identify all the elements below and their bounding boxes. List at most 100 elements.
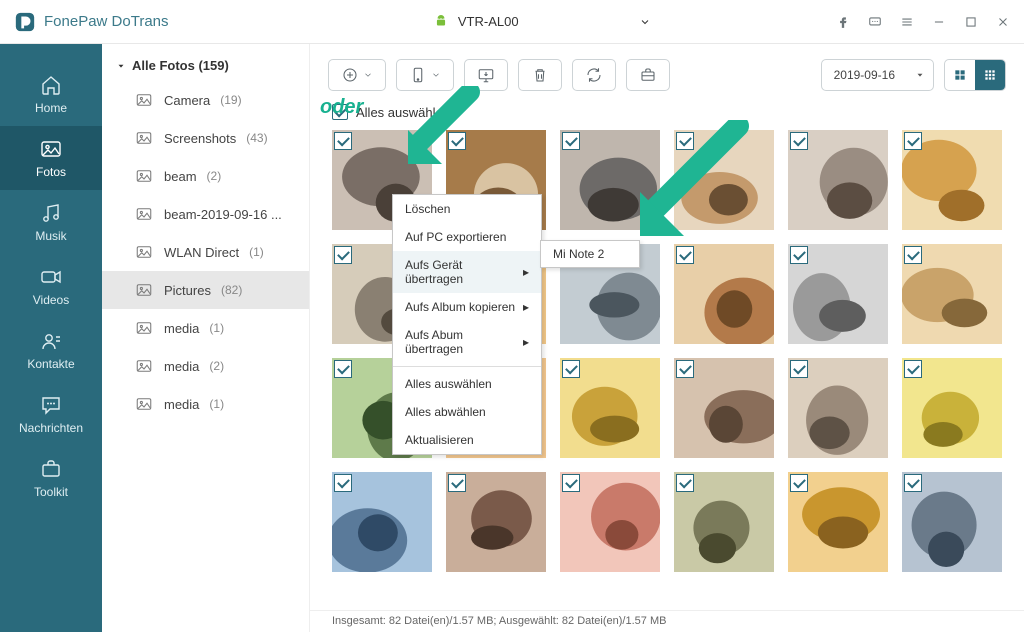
- chevron-down-icon: [363, 66, 373, 84]
- maximize-button[interactable]: [964, 15, 978, 29]
- album-name: beam-2019-09-16 ...: [164, 207, 282, 222]
- photo-thumbnail[interactable]: [788, 244, 888, 344]
- music-icon: [39, 201, 63, 225]
- nav-home[interactable]: Home: [0, 62, 102, 126]
- photo-thumbnail[interactable]: [674, 244, 774, 344]
- thumbnail-checkbox[interactable]: [562, 132, 580, 150]
- nav-fotos[interactable]: Fotos: [0, 126, 102, 190]
- feedback-icon[interactable]: [868, 15, 882, 29]
- album-item[interactable]: Pictures (82): [102, 271, 309, 309]
- app-name: FonePaw DoTrans: [44, 13, 169, 30]
- nav-toolkit[interactable]: Toolkit: [0, 446, 102, 510]
- close-button[interactable]: [996, 15, 1010, 29]
- ctx-move-album[interactable]: Aufs Abum übertragen▸: [393, 321, 541, 363]
- thumbnail-checkbox[interactable]: [334, 474, 352, 492]
- thumbnail-checkbox[interactable]: [904, 246, 922, 264]
- nav-videos[interactable]: Videos: [0, 254, 102, 318]
- sidebar-nav: Home Fotos Musik Videos Kontakte Nachric…: [0, 44, 102, 632]
- submenu-arrow-icon: ▸: [523, 300, 529, 314]
- photo-thumbnail[interactable]: [902, 130, 1002, 230]
- ctx-copy-album[interactable]: Aufs Album kopieren▸: [393, 293, 541, 321]
- thumbnail-checkbox[interactable]: [562, 474, 580, 492]
- photo-thumbnail[interactable]: [446, 472, 546, 572]
- ctx-to-device[interactable]: Aufs Gerät übertragen▸: [393, 251, 541, 293]
- photo-thumbnail[interactable]: [788, 358, 888, 458]
- thumbnail-checkbox[interactable]: [790, 132, 808, 150]
- messages-icon: [39, 393, 63, 417]
- contacts-icon: [39, 329, 63, 353]
- thumbnail-checkbox[interactable]: [676, 474, 694, 492]
- nav-fotos-label: Fotos: [36, 165, 66, 179]
- thumbnail-checkbox[interactable]: [334, 360, 352, 378]
- chevron-down-icon: [915, 70, 925, 80]
- photo-thumbnail[interactable]: [332, 472, 432, 572]
- delete-button[interactable]: [518, 59, 562, 91]
- album-item[interactable]: beam (2): [102, 157, 309, 195]
- thumbnail-checkbox[interactable]: [334, 132, 352, 150]
- device-selector[interactable]: VTR-AL00: [434, 14, 651, 29]
- photo-thumbnail[interactable]: [560, 358, 660, 458]
- menu-icon[interactable]: [900, 15, 914, 29]
- toolbox-button[interactable]: [626, 59, 670, 91]
- album-name: Screenshots: [164, 131, 236, 146]
- album-item[interactable]: media (1): [102, 309, 309, 347]
- android-icon: [434, 15, 448, 29]
- date-filter[interactable]: 2019-09-16: [821, 59, 934, 91]
- photo-thumbnail[interactable]: [902, 244, 1002, 344]
- nav-kontakte[interactable]: Kontakte: [0, 318, 102, 382]
- view-large-grid[interactable]: [945, 60, 975, 90]
- nav-musik[interactable]: Musik: [0, 190, 102, 254]
- album-name: media: [164, 359, 199, 374]
- photo-thumbnail[interactable]: [788, 130, 888, 230]
- album-item[interactable]: media (2): [102, 347, 309, 385]
- album-count: (1): [209, 321, 224, 335]
- status-bar: Insgesamt: 82 Datei(en)/1.57 MB; Ausgewä…: [310, 610, 1024, 632]
- context-menu: Löschen Auf PC exportieren Aufs Gerät üb…: [392, 194, 542, 455]
- nav-toolkit-label: Toolkit: [34, 485, 68, 499]
- device-name: VTR-AL00: [458, 14, 519, 29]
- nav-nachrichten[interactable]: Nachrichten: [0, 382, 102, 446]
- thumbnail-checkbox[interactable]: [790, 474, 808, 492]
- album-header[interactable]: Alle Fotos (159): [102, 58, 309, 81]
- photo-thumbnail[interactable]: [902, 472, 1002, 572]
- photo-thumbnail[interactable]: [674, 472, 774, 572]
- thumbnail-checkbox[interactable]: [904, 360, 922, 378]
- photo-thumbnail[interactable]: [902, 358, 1002, 458]
- thumbnail-checkbox[interactable]: [790, 246, 808, 264]
- logo-icon: [14, 11, 36, 33]
- album-count: (2): [209, 359, 224, 373]
- refresh-button[interactable]: [572, 59, 616, 91]
- album-item[interactable]: beam-2019-09-16 ...: [102, 195, 309, 233]
- album-item[interactable]: media (1): [102, 385, 309, 423]
- thumbnail-checkbox[interactable]: [676, 360, 694, 378]
- ctx-select-all[interactable]: Alles auswählen: [393, 370, 541, 398]
- album-name: Camera: [164, 93, 210, 108]
- ctx-export-pc[interactable]: Auf PC exportieren: [393, 223, 541, 251]
- album-name: media: [164, 397, 199, 412]
- add-button[interactable]: [328, 59, 386, 91]
- album-item[interactable]: Screenshots (43): [102, 119, 309, 157]
- ctx-refresh[interactable]: Aktualisieren: [393, 426, 541, 454]
- minimize-button[interactable]: [932, 15, 946, 29]
- ctx-delete[interactable]: Löschen: [393, 195, 541, 223]
- album-item[interactable]: Camera (19): [102, 81, 309, 119]
- thumbnail-checkbox[interactable]: [904, 474, 922, 492]
- thumbnail-checkbox[interactable]: [562, 360, 580, 378]
- thumbnail-checkbox[interactable]: [904, 132, 922, 150]
- view-small-grid[interactable]: [975, 60, 1005, 90]
- submenu-arrow-icon: ▸: [523, 335, 529, 349]
- album-item[interactable]: WLAN Direct (1): [102, 233, 309, 271]
- thumbnail-checkbox[interactable]: [334, 246, 352, 264]
- album-count: (43): [246, 131, 267, 145]
- thumbnail-checkbox[interactable]: [790, 360, 808, 378]
- photo-thumbnail[interactable]: [788, 472, 888, 572]
- thumbnail-checkbox[interactable]: [448, 474, 466, 492]
- annotation-arrow-2: [620, 120, 750, 250]
- annotation-oder-label: oder: [320, 96, 363, 119]
- nav-videos-label: Videos: [33, 293, 69, 307]
- facebook-icon[interactable]: [836, 15, 850, 29]
- ctx-deselect-all[interactable]: Alles abwählen: [393, 398, 541, 426]
- photo-thumbnail[interactable]: [674, 358, 774, 458]
- chevron-down-icon: [431, 66, 441, 84]
- photo-thumbnail[interactable]: [560, 472, 660, 572]
